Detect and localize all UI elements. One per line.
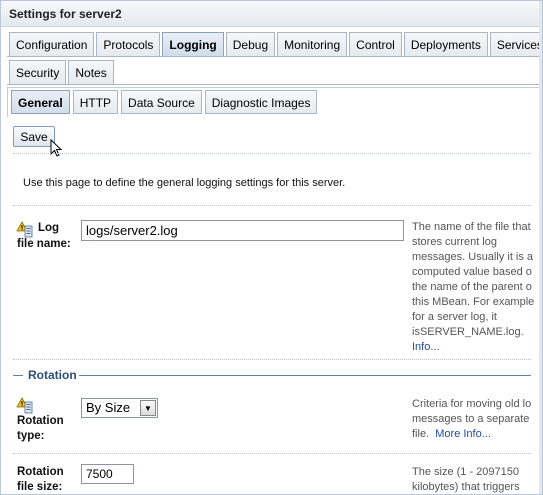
- restart-required-icon: [16, 221, 33, 238]
- main-tabs-row1: Configuration Protocols Logging Debug Mo…: [1, 32, 542, 56]
- tab-divider: [7, 56, 542, 57]
- divider: [13, 359, 531, 360]
- help-line: isSERVER_NAME.log. M: [412, 325, 542, 340]
- subtab-general[interactable]: General: [11, 90, 70, 114]
- section-title: Rotation: [28, 368, 77, 382]
- help-line: The size (1 - 2097150: [412, 466, 520, 478]
- intro-text: Use this page to define the general logg…: [23, 177, 346, 189]
- settings-panel: Settings for server2 Configuration Proto…: [0, 0, 543, 495]
- tab-monitoring[interactable]: Monitoring: [277, 32, 348, 56]
- rotation-type-label-line2: type:: [17, 430, 45, 442]
- subtab-data-source[interactable]: Data Source: [121, 90, 202, 114]
- scrollbar-edge[interactable]: [539, 1, 542, 494]
- more-info-link[interactable]: Info...: [412, 341, 440, 353]
- rotation-size-label-line1: Rotation: [17, 466, 64, 478]
- tab-control[interactable]: Control: [349, 32, 402, 56]
- tab-logging[interactable]: Logging: [162, 32, 224, 56]
- log-file-label-line1: Log: [38, 222, 60, 234]
- help-line: messages. Usually it is a: [412, 251, 534, 263]
- tab-services[interactable]: Services: [489, 32, 542, 56]
- restart-required-icon: [16, 397, 33, 414]
- divider: [13, 153, 531, 154]
- chevron-down-icon[interactable]: ▼: [140, 400, 156, 416]
- divider: [13, 453, 531, 454]
- tab-notes[interactable]: Notes: [68, 60, 114, 84]
- help-line-last: file.: [412, 428, 430, 440]
- help-line: computed value based o: [412, 266, 532, 278]
- help-line: file. More Info...: [412, 427, 531, 442]
- subtab-diagnostic-images[interactable]: Diagnostic Images: [204, 90, 318, 114]
- tab-configuration[interactable]: Configuration: [9, 32, 95, 56]
- tab-deployments[interactable]: Deployments: [403, 32, 488, 56]
- help-line: messages to a separate: [412, 413, 530, 425]
- help-line-last: isSERVER_NAME.log.: [412, 326, 524, 338]
- tab-protocols[interactable]: Protocols: [96, 32, 161, 56]
- rotation-size-label-line2: file size:: [17, 481, 63, 493]
- rotation-file-size-input[interactable]: [81, 464, 134, 484]
- subtabs: General HTTP Data Source Diagnostic Imag…: [11, 90, 320, 114]
- help-line: Info...: [412, 340, 542, 355]
- tab-divider: [7, 84, 542, 85]
- divider: [13, 205, 531, 206]
- page-title: Settings for server2: [1, 1, 542, 27]
- rotation-size-help: The size (1 - 2097150 kilobytes) that tr…: [412, 465, 520, 494]
- tab-security[interactable]: Security: [9, 60, 67, 84]
- log-file-label-line2: file name:: [17, 238, 71, 250]
- mouse-cursor-icon: [50, 139, 63, 157]
- help-line: Criteria for moving old lo: [412, 398, 532, 410]
- help-line: stores current log: [412, 236, 497, 248]
- main-tabs-row2: Security Notes: [1, 60, 116, 84]
- more-info-link[interactable]: More Info...: [435, 428, 491, 440]
- help-line: this MBean. For example: [412, 296, 535, 308]
- rotation-type-label-line1: Rotation: [17, 415, 64, 427]
- rotation-type-help: Criteria for moving old lo messages to a…: [412, 397, 531, 442]
- tab-debug[interactable]: Debug: [225, 32, 276, 56]
- help-line: The name of the file that: [412, 221, 531, 233]
- select-value: By Size: [86, 400, 131, 415]
- subtab-http[interactable]: HTTP: [72, 90, 119, 114]
- rotation-type-select[interactable]: By Size ▼: [81, 398, 158, 418]
- log-file-help: The name of the file that stores current…: [412, 220, 542, 355]
- help-line: kilobytes) that triggers: [412, 481, 520, 493]
- save-button[interactable]: Save: [13, 126, 55, 147]
- log-file-name-input[interactable]: [81, 220, 404, 241]
- help-line: the name of the parent o: [412, 281, 532, 293]
- help-line: for a server log, it: [412, 311, 497, 323]
- rotation-section-header: Rotation: [13, 367, 531, 383]
